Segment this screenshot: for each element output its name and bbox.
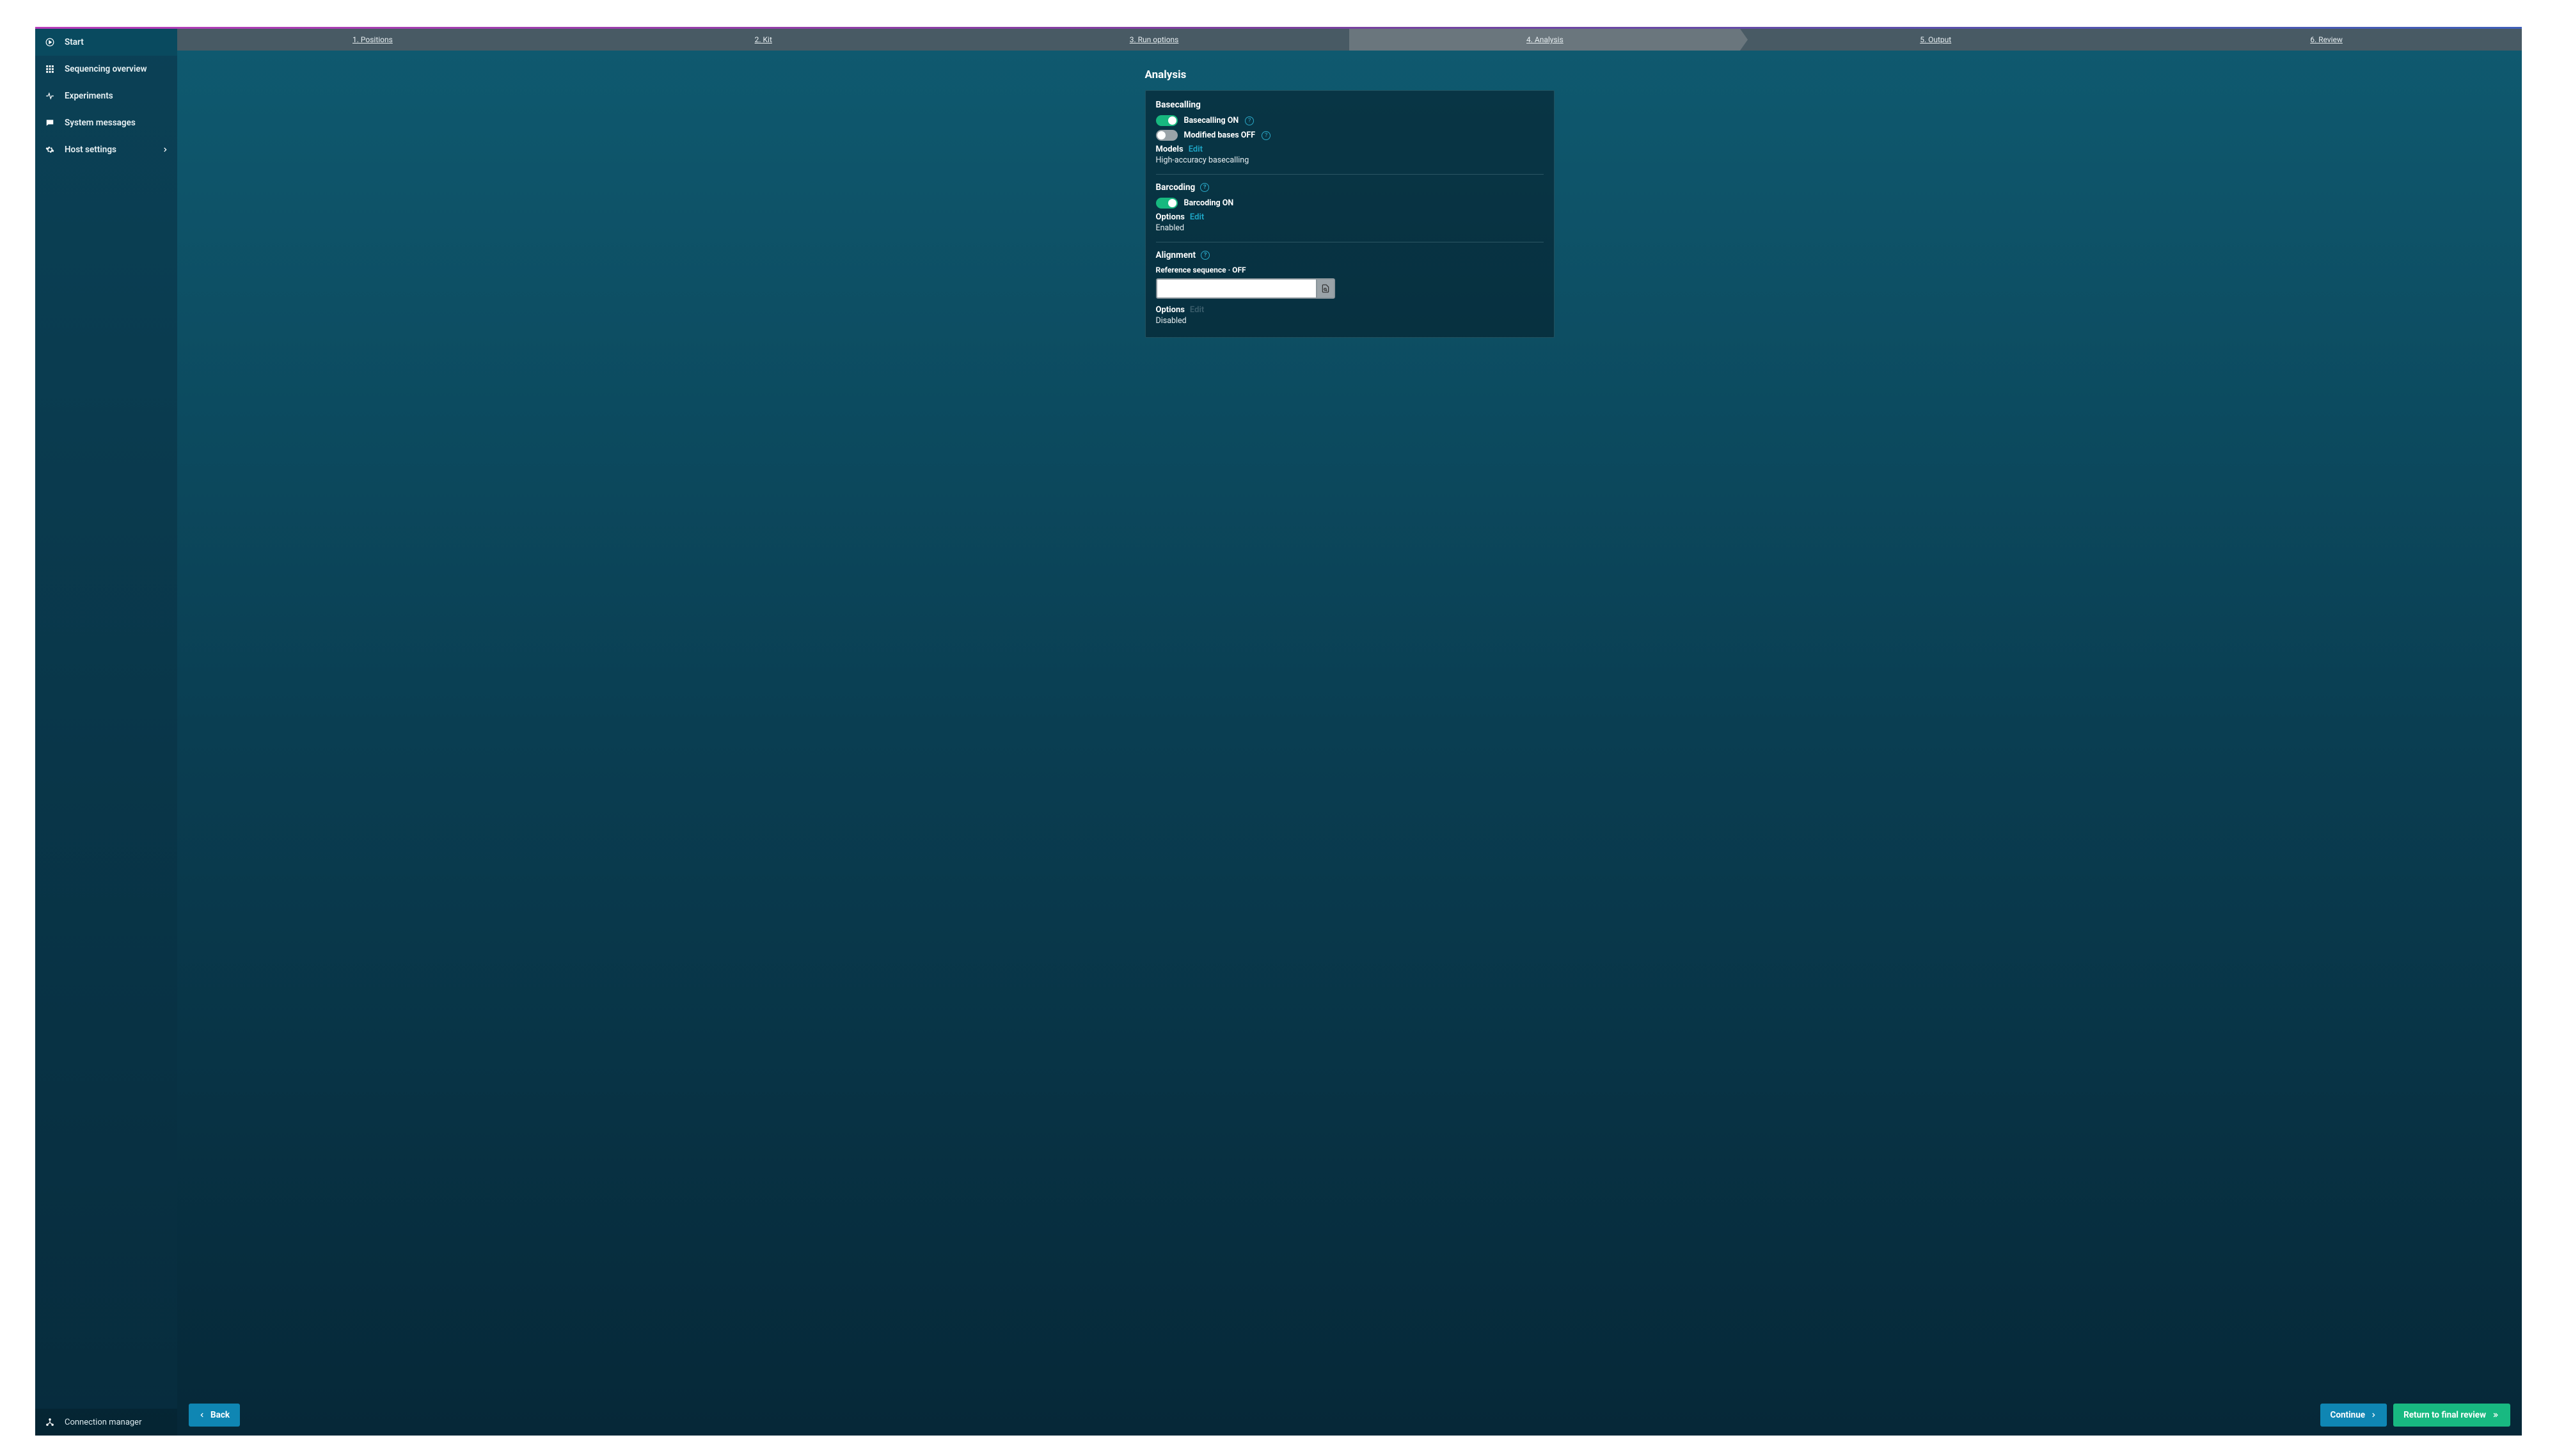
activity-icon [44, 90, 56, 102]
grid-icon [44, 63, 56, 75]
reference-sequence-input-wrap [1156, 278, 1335, 299]
chevron-right-icon [2370, 1412, 2377, 1418]
reference-sequence-label: Reference sequence · OFF [1156, 265, 1544, 274]
return-to-final-review-button[interactable]: Return to final review [2393, 1404, 2510, 1427]
sidebar-item-system-messages[interactable]: System messages [35, 109, 177, 136]
sidebar-item-host-settings[interactable]: Host settings [35, 136, 177, 163]
basecalling-toggle-label: Basecalling ON [1184, 116, 1239, 125]
alignment-options-value: Disabled [1156, 316, 1544, 326]
sidebar: Start Sequencing overview Experiments Sy… [35, 29, 177, 1436]
browse-file-button[interactable] [1316, 280, 1334, 297]
step-run-options[interactable]: 3. Run options [959, 29, 1350, 51]
file-search-icon [1321, 284, 1330, 293]
step-label: 4. Analysis [1526, 35, 1563, 44]
step-label: 1. Positions [352, 35, 393, 44]
alignment-options-row: Options Edit [1156, 305, 1544, 315]
step-label: 2. Kit [755, 35, 772, 44]
models-row: Models Edit [1156, 145, 1544, 154]
barcoding-options-row: Options Edit [1156, 212, 1544, 222]
help-icon[interactable]: ? [1245, 116, 1254, 125]
sidebar-item-label: Host settings [65, 145, 116, 155]
step-analysis[interactable]: 4. Analysis [1349, 29, 1740, 51]
return-review-button-label: Return to final review [2403, 1410, 2486, 1420]
help-icon[interactable]: ? [1201, 251, 1210, 260]
step-output[interactable]: 5. Output [1740, 29, 2131, 51]
barcoding-options-label: Options [1156, 212, 1185, 222]
app-frame: Start Sequencing overview Experiments Sy… [35, 27, 2522, 1436]
barcoding-toggle[interactable] [1156, 198, 1178, 209]
sidebar-item-sequencing-overview[interactable]: Sequencing overview [35, 56, 177, 83]
alignment-heading: Alignment ? [1156, 250, 1544, 260]
barcoding-heading: Barcoding ? [1156, 182, 1544, 193]
help-icon[interactable]: ? [1262, 131, 1271, 140]
step-review[interactable]: 6. Review [2131, 29, 2522, 51]
main-column: 1. Positions 2. Kit 3. Run options 4. An… [177, 29, 2522, 1436]
toggle-knob [1168, 116, 1176, 125]
sidebar-item-connection-manager[interactable]: Connection manager [35, 1409, 177, 1436]
toggle-knob [1168, 199, 1176, 207]
barcoding-toggle-label: Barcoding ON [1184, 198, 1234, 208]
step-label: 3. Run options [1130, 35, 1179, 44]
alignment-options-edit-link: Edit [1190, 305, 1204, 315]
section-heading-text: Basecalling [1156, 100, 1201, 110]
step-positions[interactable]: 1. Positions [177, 29, 568, 51]
basecalling-toggle-row: Basecalling ON ? [1156, 115, 1544, 126]
stepper: 1. Positions 2. Kit 3. Run options 4. An… [177, 29, 2522, 51]
bottom-bar: Back Continue Return to final review [177, 1396, 2522, 1436]
sidebar-footer-label: Connection manager [65, 1418, 142, 1427]
content-inner: Analysis Basecalling Basecalling ON ? [1145, 68, 1555, 338]
back-button[interactable]: Back [189, 1404, 240, 1427]
barcoding-options-edit-link[interactable]: Edit [1190, 212, 1204, 222]
alignment-options-label: Options [1156, 305, 1185, 315]
toggle-knob [1157, 131, 1166, 139]
models-edit-link[interactable]: Edit [1189, 145, 1203, 154]
play-circle-icon [44, 36, 56, 48]
modified-bases-toggle-row: Modified bases OFF ? [1156, 130, 1544, 141]
body-row: Start Sequencing overview Experiments Sy… [35, 29, 2522, 1436]
sidebar-item-label: System messages [65, 118, 136, 128]
reference-sequence-input[interactable] [1157, 280, 1316, 297]
barcoding-toggle-row: Barcoding ON [1156, 198, 1544, 209]
analysis-panel: Basecalling Basecalling ON ? Modified ba… [1145, 90, 1555, 338]
sidebar-item-start[interactable]: Start [35, 29, 177, 56]
page-title: Analysis [1145, 68, 1555, 81]
section-heading-text: Alignment [1156, 250, 1196, 260]
basecalling-toggle[interactable] [1156, 115, 1178, 126]
chevron-left-icon [199, 1412, 205, 1418]
divider [1156, 174, 1544, 175]
sidebar-spacer [35, 163, 177, 1409]
hub-icon [44, 1416, 56, 1428]
continue-button[interactable]: Continue [2320, 1404, 2387, 1427]
models-label: Models [1156, 145, 1184, 154]
modified-bases-toggle[interactable] [1156, 130, 1178, 141]
step-label: 5. Output [1920, 35, 1951, 44]
message-icon [44, 117, 56, 129]
double-chevron-right-icon [2491, 1412, 2500, 1418]
sidebar-item-label: Start [65, 37, 84, 47]
sidebar-item-label: Sequencing overview [65, 64, 147, 74]
section-heading-text: Barcoding [1156, 182, 1196, 193]
chevron-right-icon [162, 146, 168, 153]
modified-bases-toggle-label: Modified bases OFF [1184, 131, 1256, 140]
models-value: High-accuracy basecalling [1156, 155, 1544, 165]
back-button-label: Back [210, 1410, 230, 1420]
step-label: 6. Review [2310, 35, 2343, 44]
gear-icon [44, 144, 56, 155]
help-icon[interactable]: ? [1200, 183, 1209, 192]
sidebar-item-experiments[interactable]: Experiments [35, 83, 177, 109]
content-area: Analysis Basecalling Basecalling ON ? [177, 51, 2522, 1396]
continue-button-label: Continue [2331, 1410, 2366, 1420]
basecalling-heading: Basecalling [1156, 100, 1544, 110]
barcoding-options-value: Enabled [1156, 223, 1544, 233]
step-kit[interactable]: 2. Kit [568, 29, 959, 51]
sidebar-item-label: Experiments [65, 91, 113, 101]
